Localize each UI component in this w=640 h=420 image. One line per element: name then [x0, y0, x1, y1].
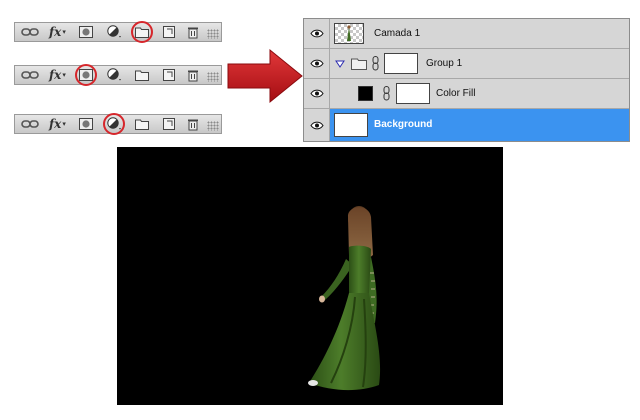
- adjustment-layer-button[interactable]: [103, 113, 125, 135]
- fx-icon: fx: [49, 68, 62, 82]
- layer-style-button[interactable]: fx ▾: [49, 68, 66, 82]
- eye-icon: [309, 29, 324, 38]
- layer-name: Group 1: [426, 58, 463, 69]
- layer-thumbnail: [334, 23, 364, 44]
- fx-icon: fx: [49, 25, 62, 39]
- new-group-button[interactable]: [135, 117, 149, 131]
- layer-name: Color Fill: [436, 88, 476, 99]
- eye-icon: [309, 121, 324, 129]
- layer-toolbar-2: fx ▾: [14, 64, 222, 86]
- add-mask-button[interactable]: [79, 25, 93, 39]
- mask-thumbnail[interactable]: [396, 83, 430, 104]
- woman-thumbnail-icon: [347, 25, 351, 41]
- layer-toolbar-1: fx ▾: [14, 21, 222, 43]
- layer-style-button[interactable]: fx ▾: [49, 117, 66, 131]
- layer-row-camada-1[interactable]: Camada 1: [304, 19, 629, 49]
- new-group-button[interactable]: [131, 21, 153, 43]
- eye-icon: [309, 59, 324, 68]
- layers-panel: Camada 1 Group 1 Color Fill Background: [303, 18, 630, 142]
- layer-row-background[interactable]: Background: [304, 109, 629, 141]
- new-layer-icon: [163, 69, 175, 81]
- layer-row-group-1[interactable]: Group 1: [304, 49, 629, 79]
- visibility-toggle[interactable]: [304, 19, 330, 48]
- mask-thumbnail[interactable]: [384, 53, 418, 74]
- chain-icon: [383, 86, 390, 101]
- folder-icon: [351, 58, 367, 70]
- layer-name: Background: [374, 119, 433, 130]
- link-icon: [21, 71, 39, 79]
- layer-style-button[interactable]: fx ▾: [49, 25, 66, 39]
- visibility-toggle[interactable]: [304, 109, 330, 141]
- delete-layer-button[interactable]: [187, 68, 199, 82]
- layer-thumbnail: [334, 113, 368, 137]
- trash-icon: [188, 119, 198, 130]
- new-layer-icon: [163, 26, 175, 38]
- resize-grip[interactable]: [207, 121, 219, 131]
- mask-icon: [79, 26, 93, 38]
- layer-toolbar-3: fx ▾: [14, 113, 222, 135]
- adjustment-layer-button[interactable]: [107, 25, 123, 39]
- highlight-ring: [131, 21, 153, 43]
- add-mask-button[interactable]: [79, 117, 93, 131]
- link-layers-button[interactable]: [21, 25, 39, 39]
- layer-name: Camada 1: [374, 28, 421, 39]
- delete-layer-button[interactable]: [187, 117, 199, 131]
- new-layer-icon: [163, 118, 175, 130]
- trash-icon: [188, 70, 198, 81]
- delete-layer-button[interactable]: [187, 25, 199, 39]
- trash-icon: [188, 27, 198, 38]
- expand-triangle-icon[interactable]: [335, 60, 345, 68]
- folder-icon: [135, 70, 149, 81]
- new-group-button[interactable]: [135, 68, 149, 82]
- arrow-right-icon: [227, 48, 303, 104]
- woman-in-green-dress-image: [308, 206, 381, 391]
- adjustment-layer-button[interactable]: [107, 68, 123, 82]
- link-icon: [21, 120, 39, 128]
- chain-icon: [372, 56, 379, 71]
- link-icon: [21, 28, 39, 36]
- adjustment-icon: [107, 25, 121, 38]
- new-layer-button[interactable]: [163, 117, 175, 131]
- link-layers-button[interactable]: [21, 117, 39, 131]
- highlight-ring: [75, 64, 97, 86]
- visibility-toggle[interactable]: [304, 49, 330, 78]
- add-mask-button[interactable]: [75, 64, 97, 86]
- new-layer-button[interactable]: [163, 68, 175, 82]
- fx-icon: fx: [49, 117, 62, 131]
- layer-row-color-fill[interactable]: Color Fill: [304, 79, 629, 109]
- visibility-toggle[interactable]: [304, 79, 330, 108]
- link-layers-button[interactable]: [21, 68, 39, 82]
- resize-grip[interactable]: [207, 29, 219, 39]
- mask-icon: [79, 118, 93, 130]
- new-layer-button[interactable]: [163, 25, 175, 39]
- resize-grip[interactable]: [207, 72, 219, 82]
- highlight-ring: [103, 113, 125, 135]
- document-canvas[interactable]: [117, 147, 503, 405]
- fill-color-swatch[interactable]: [358, 86, 373, 101]
- eye-icon: [309, 89, 324, 98]
- folder-icon: [135, 119, 149, 130]
- adjustment-icon: [107, 68, 121, 81]
